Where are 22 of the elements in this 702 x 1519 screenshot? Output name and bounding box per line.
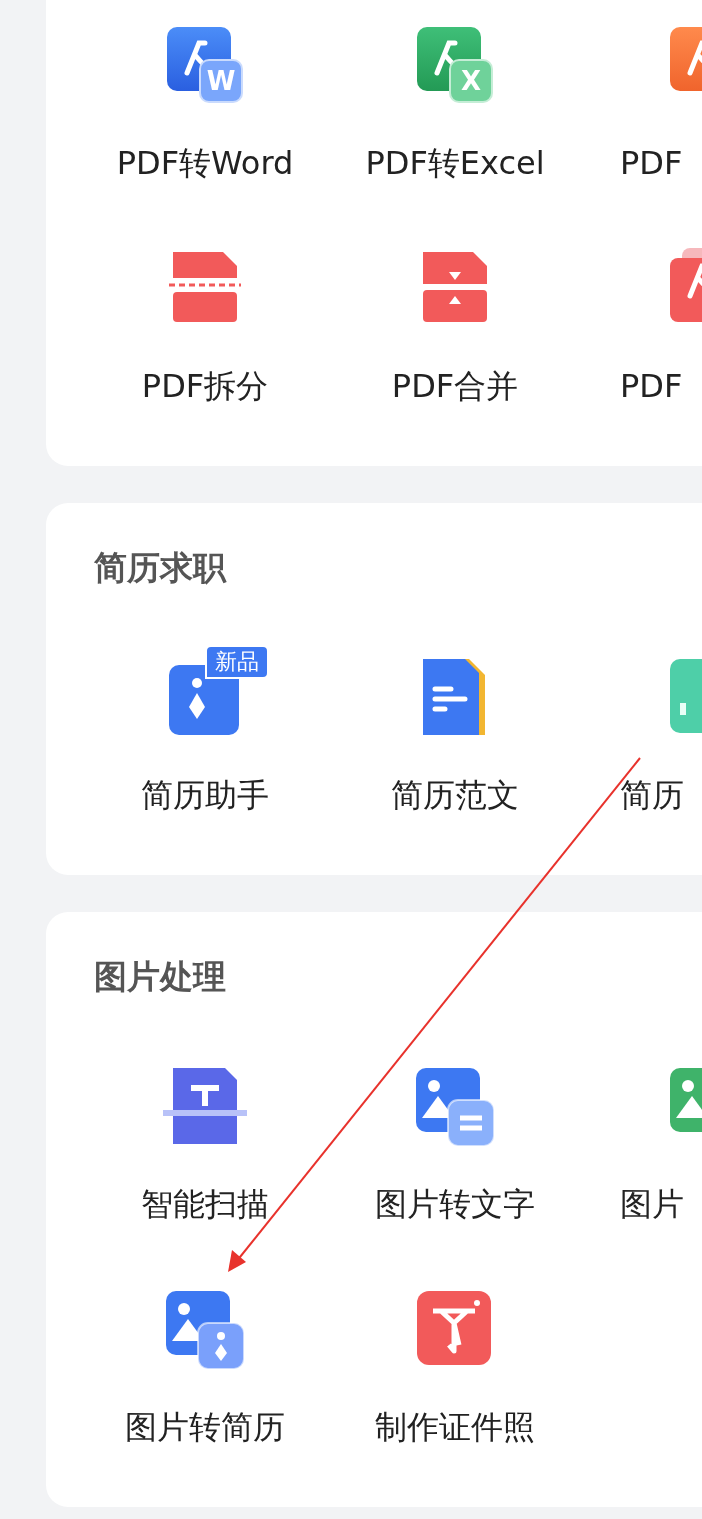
tool-label[interactable]: 图片 <box>620 1184 684 1224</box>
tool-label[interactable]: 图片转简历 <box>125 1407 285 1447</box>
tool-label[interactable]: PDF <box>620 143 683 183</box>
tool-label[interactable]: 简历 <box>620 775 684 815</box>
tool-label[interactable]: PDF拆分 <box>141 366 269 406</box>
new-badge: 新品 <box>205 645 269 679</box>
scan-icon <box>163 1066 247 1146</box>
tool-label[interactable]: PDF <box>620 366 683 406</box>
tool-label[interactable]: 简历范文 <box>391 775 519 815</box>
section-title: 简历求职 <box>94 551 228 585</box>
tool-label[interactable]: 制作证件照 <box>375 1407 535 1447</box>
tool-label[interactable]: 智能扫描 <box>141 1184 269 1224</box>
image-icon <box>164 1289 246 1371</box>
tool-label[interactable]: 简历助手 <box>141 775 269 815</box>
section-title: 图片处理 <box>94 960 227 994</box>
tool-label[interactable]: 图片转文字 <box>375 1184 535 1224</box>
tool-label[interactable]: PDF合并 <box>391 366 519 406</box>
image-icon <box>414 1066 496 1148</box>
tool-label[interactable]: PDF转Word <box>116 143 294 183</box>
tool-label[interactable]: PDF转Excel <box>365 143 545 183</box>
letter-badge: W <box>199 59 243 103</box>
letter-badge: X <box>449 59 493 103</box>
